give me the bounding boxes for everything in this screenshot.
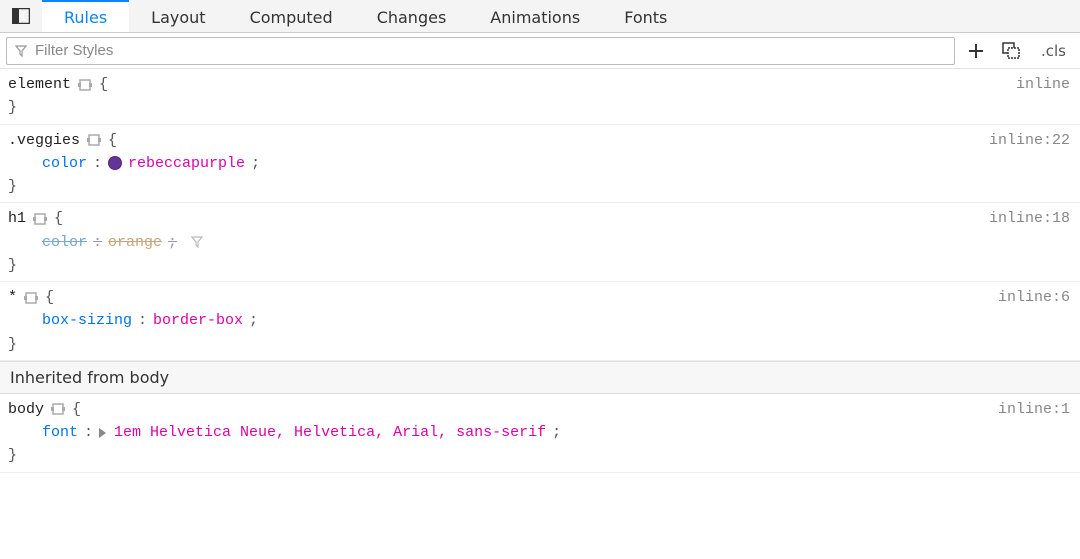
declaration[interactable]: color: rebeccapurple; (8, 152, 1072, 175)
css-property[interactable]: box-sizing (42, 309, 132, 332)
open-brace: { (72, 398, 81, 421)
rule-source[interactable]: inline:18 (989, 207, 1070, 230)
rule-block-element[interactable]: inline element { } (0, 69, 1080, 125)
close-brace: } (8, 257, 17, 274)
highlight-element-icon[interactable] (86, 132, 102, 148)
toggle-classes-button[interactable]: .cls (1033, 37, 1074, 65)
tab-label: Animations (490, 8, 580, 27)
css-property[interactable]: color (42, 152, 87, 175)
rule-selector[interactable]: body (8, 398, 44, 421)
filter-styles-input[interactable] (33, 41, 946, 60)
open-brace: { (108, 129, 117, 152)
declaration-overridden[interactable]: color: orange; (8, 231, 1072, 254)
rule-block-h1[interactable]: inline:18 h1 { color: orange; } (0, 203, 1080, 282)
inherited-label: Inherited from body (10, 368, 169, 387)
css-value[interactable]: orange (108, 231, 162, 254)
open-brace: { (54, 207, 63, 230)
rule-selector[interactable]: h1 (8, 207, 26, 230)
rule-block-veggies[interactable]: inline:22 .veggies { color: rebeccapurpl… (0, 125, 1080, 204)
tab-label: Changes (377, 8, 447, 27)
rule-block-body[interactable]: inline:1 body { font: 1em Helvetica Neue… (0, 394, 1080, 473)
tab-layout[interactable]: Layout (129, 0, 227, 32)
sidebar-collapse-icon (12, 8, 30, 24)
filter-styles-field[interactable] (6, 37, 955, 65)
highlight-element-icon[interactable] (32, 211, 48, 227)
tab-rules[interactable]: Rules (42, 0, 129, 32)
css-property[interactable]: font (42, 421, 78, 444)
css-value[interactable]: border-box (153, 309, 243, 332)
panel-tabbar: Rules Layout Computed Changes Animations… (0, 0, 1080, 33)
rule-source[interactable]: inline:6 (998, 286, 1070, 309)
css-value[interactable]: rebeccapurple (128, 152, 245, 175)
print-simulation-button[interactable] (997, 37, 1027, 65)
expand-shorthand-icon[interactable] (99, 428, 106, 438)
highlight-element-icon[interactable] (50, 401, 66, 417)
close-brace: } (8, 447, 17, 464)
tab-label: Fonts (624, 8, 667, 27)
add-rule-button[interactable] (961, 37, 991, 65)
tab-label: Computed (250, 8, 333, 27)
close-brace: } (8, 336, 17, 353)
layers-icon (1002, 42, 1022, 60)
cls-label: .cls (1041, 42, 1066, 60)
rule-selector[interactable]: element (8, 73, 71, 96)
css-property[interactable]: color (42, 231, 87, 254)
tab-label: Rules (64, 8, 107, 27)
close-brace: } (8, 178, 17, 195)
css-value[interactable]: 1em Helvetica Neue, Helvetica, Arial, sa… (114, 421, 546, 444)
rule-source[interactable]: inline:1 (998, 398, 1070, 421)
rule-source[interactable]: inline (1016, 73, 1070, 96)
highlight-element-icon[interactable] (77, 77, 93, 93)
inherited-section-header: Inherited from body (0, 361, 1080, 394)
color-swatch[interactable] (108, 156, 122, 170)
rules-list: inline element { } inline:22 .veggies { … (0, 69, 1080, 473)
sidebar-collapse-button[interactable] (0, 0, 42, 32)
funnel-icon (15, 45, 27, 57)
declaration[interactable]: box-sizing: border-box; (8, 309, 1072, 332)
rule-source[interactable]: inline:22 (989, 129, 1070, 152)
open-brace: { (45, 286, 54, 309)
rule-selector[interactable]: * (8, 286, 17, 309)
tab-label: Layout (151, 8, 205, 27)
tab-animations[interactable]: Animations (468, 0, 602, 32)
tab-fonts[interactable]: Fonts (602, 0, 689, 32)
open-brace: { (99, 73, 108, 96)
filter-overridden-icon[interactable] (191, 236, 203, 248)
highlight-element-icon[interactable] (23, 290, 39, 306)
rules-toolbar: .cls (0, 33, 1080, 69)
rule-selector[interactable]: .veggies (8, 129, 80, 152)
rule-block-universal[interactable]: inline:6 * { box-sizing: border-box; } (0, 282, 1080, 361)
tab-computed[interactable]: Computed (228, 0, 355, 32)
close-brace: } (8, 99, 17, 116)
tab-changes[interactable]: Changes (355, 0, 469, 32)
plus-icon (967, 42, 985, 60)
declaration[interactable]: font: 1em Helvetica Neue, Helvetica, Ari… (8, 421, 1072, 444)
